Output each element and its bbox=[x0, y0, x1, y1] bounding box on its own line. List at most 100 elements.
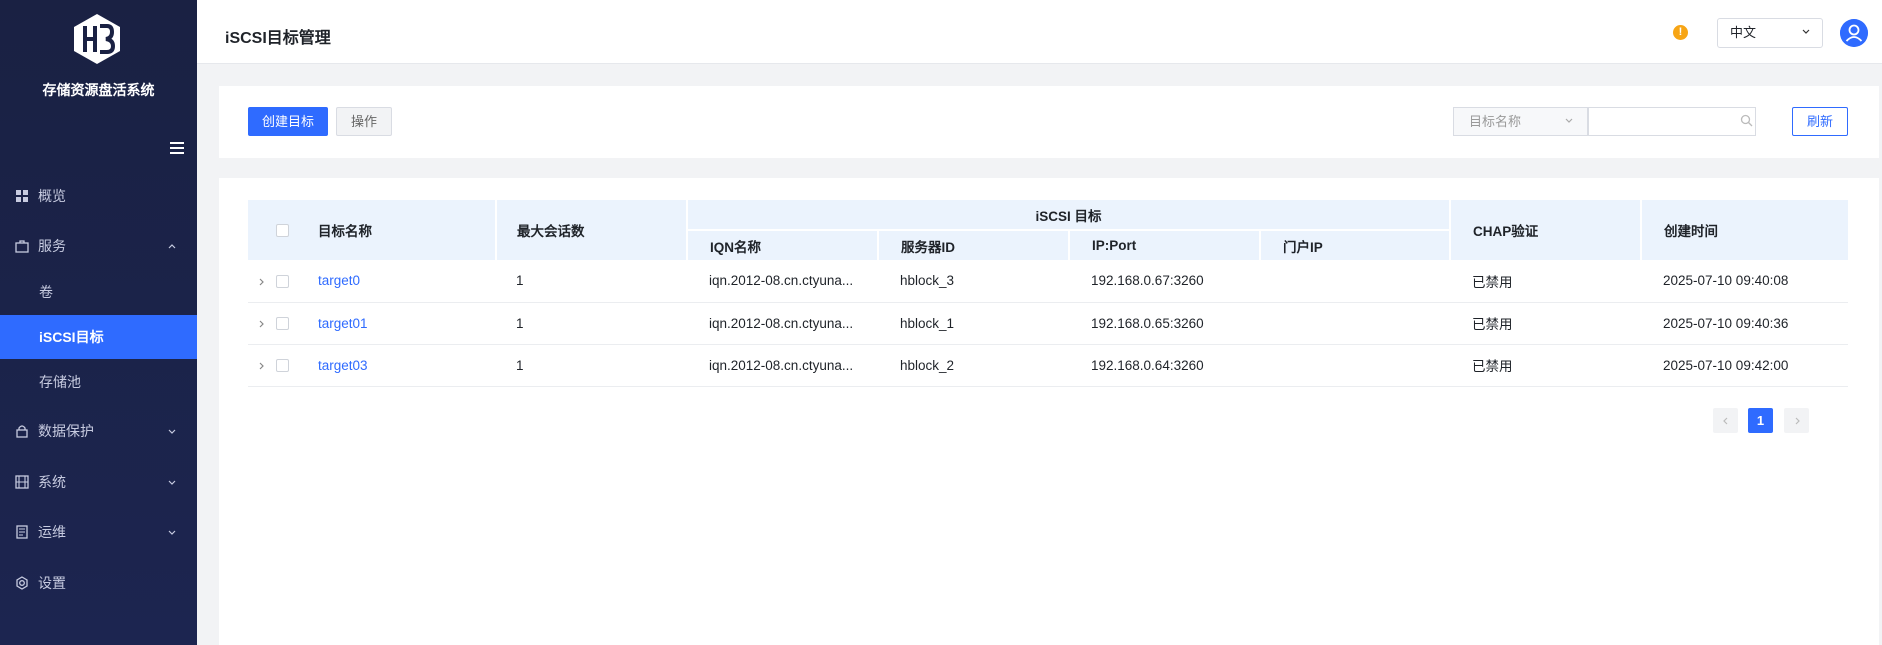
max-sessions-cell: 1 bbox=[496, 260, 687, 303]
chevron-right-icon[interactable] bbox=[258, 320, 266, 328]
iqn-cell: iqn.2012-08.cn.ctyuna... bbox=[687, 344, 878, 387]
filter-field-select[interactable]: 目标名称 bbox=[1453, 107, 1588, 136]
row-checkbox[interactable] bbox=[276, 317, 289, 331]
col-header-portal-ip: 门户IP bbox=[1260, 230, 1451, 260]
ip-port-cell: 192.168.0.67:3260 bbox=[1069, 260, 1260, 303]
sidebar-item-label: 运维 bbox=[38, 524, 66, 540]
select-all-checkbox[interactable] bbox=[276, 224, 289, 238]
col-header-name: 目标名称 bbox=[304, 200, 497, 260]
chevron-right-icon[interactable] bbox=[258, 278, 266, 286]
iscsi-targets-table: 目标名称 最大会话数 iSCSI 目标 CHAP验证 创建时间 IQN名称 服务… bbox=[248, 200, 1848, 387]
iqn-cell: iqn.2012-08.cn.ctyuna... bbox=[687, 302, 878, 345]
grid-icon bbox=[16, 190, 28, 202]
user-avatar-icon[interactable] bbox=[1840, 19, 1868, 47]
gear-icon bbox=[16, 576, 28, 590]
max-sessions-cell: 1 bbox=[496, 302, 687, 345]
chevron-down-icon bbox=[168, 480, 176, 485]
sidebar-item-operations[interactable]: 运维 bbox=[0, 510, 197, 554]
portal-ip-cell bbox=[1260, 344, 1450, 387]
max-sessions-cell: 1 bbox=[496, 344, 687, 387]
col-header-server-id: 服务器ID bbox=[878, 230, 1070, 260]
sidebar-item-system[interactable]: 系统 bbox=[0, 460, 197, 504]
created-cell: 2025-07-10 09:40:08 bbox=[1641, 260, 1848, 303]
briefcase-icon bbox=[15, 240, 29, 253]
filter-field-value: 目标名称 bbox=[1469, 114, 1522, 129]
search-icon bbox=[1740, 114, 1753, 127]
sidebar-item-label: 卷 bbox=[39, 284, 53, 300]
table-card: 目标名称 最大会话数 iSCSI 目标 CHAP验证 创建时间 IQN名称 服务… bbox=[219, 178, 1879, 645]
ip-port-cell: 192.168.0.65:3260 bbox=[1069, 302, 1260, 345]
col-header-ip-port: IP:Port bbox=[1069, 230, 1261, 260]
col-group-iscsi-target: iSCSI 目标 bbox=[687, 200, 1451, 231]
chevron-down-icon bbox=[168, 530, 176, 535]
sidebar-item-label: 设置 bbox=[38, 575, 66, 591]
pagination-prev-button[interactable] bbox=[1713, 408, 1738, 433]
target-name-link[interactable]: target03 bbox=[318, 358, 368, 373]
pagination-next-button[interactable] bbox=[1784, 408, 1809, 433]
pagination-page-1[interactable]: 1 bbox=[1748, 408, 1773, 433]
chevron-down-icon bbox=[1565, 118, 1573, 123]
lock-icon bbox=[16, 425, 28, 438]
menu-collapse-icon[interactable] bbox=[170, 142, 184, 154]
app-title: 存储资源盘活系统 bbox=[42, 82, 155, 98]
server-id-cell: hblock_1 bbox=[878, 302, 1069, 345]
sidebar-item-label: 概览 bbox=[38, 188, 66, 204]
film-icon bbox=[15, 475, 29, 489]
server-id-cell: hblock_2 bbox=[878, 344, 1069, 387]
sidebar-item-label: iSCSI目标 bbox=[39, 329, 104, 345]
created-cell: 2025-07-10 09:40:36 bbox=[1641, 302, 1848, 345]
warning-icon[interactable]: ! bbox=[1673, 25, 1688, 40]
sidebar: 存储资源盘活系统 概览 服务 卷 iSCSI目标 存储池 数据保护 系统 运维 … bbox=[0, 0, 197, 645]
sidebar-item-services[interactable]: 服务 bbox=[0, 224, 197, 268]
table-row: target03 1 iqn.2012-08.cn.ctyuna... hblo… bbox=[248, 344, 1848, 387]
sidebar-item-label: 存储池 bbox=[39, 374, 81, 390]
hb-logo-icon bbox=[74, 14, 120, 64]
sidebar-item-label: 系统 bbox=[38, 474, 66, 490]
chevron-right-icon bbox=[1795, 417, 1800, 425]
chap-cell: 已禁用 bbox=[1450, 302, 1641, 345]
row-checkbox[interactable] bbox=[276, 359, 289, 373]
chevron-left-icon bbox=[1722, 417, 1727, 425]
document-icon bbox=[16, 525, 28, 539]
sidebar-item-label: 数据保护 bbox=[38, 423, 94, 439]
row-checkbox[interactable] bbox=[276, 275, 289, 289]
col-header-created: 创建时间 bbox=[1641, 200, 1848, 260]
create-target-button[interactable]: 创建目标 bbox=[248, 107, 328, 136]
col-header-chap: CHAP验证 bbox=[1450, 200, 1642, 260]
chevron-down-icon bbox=[168, 429, 176, 434]
created-cell: 2025-07-10 09:42:00 bbox=[1641, 344, 1848, 387]
portal-ip-cell bbox=[1260, 302, 1450, 345]
sidebar-item-storage-pools[interactable]: 存储池 bbox=[0, 360, 197, 404]
table-row: target01 1 iqn.2012-08.cn.ctyuna... hblo… bbox=[248, 302, 1848, 345]
sidebar-item-label: 服务 bbox=[38, 238, 66, 254]
language-select[interactable]: 中文 bbox=[1717, 18, 1823, 48]
select-all-header bbox=[276, 200, 304, 260]
col-header-max-sessions: 最大会话数 bbox=[496, 200, 688, 260]
search-input[interactable] bbox=[1588, 107, 1756, 136]
chap-cell: 已禁用 bbox=[1450, 344, 1641, 387]
sidebar-item-settings[interactable]: 设置 bbox=[0, 561, 197, 605]
expand-header bbox=[248, 200, 276, 260]
sidebar-item-iscsi-targets[interactable]: iSCSI目标 bbox=[0, 315, 197, 359]
table-row: target0 1 iqn.2012-08.cn.ctyuna... hbloc… bbox=[248, 260, 1848, 303]
page-title: iSCSI目标管理 bbox=[225, 30, 331, 47]
sidebar-item-overview[interactable]: 概览 bbox=[0, 174, 197, 218]
action-button[interactable]: 操作 bbox=[336, 107, 392, 136]
chevron-right-icon[interactable] bbox=[258, 362, 266, 370]
col-header-iqn: IQN名称 bbox=[687, 230, 879, 260]
refresh-button[interactable]: 刷新 bbox=[1792, 107, 1848, 136]
top-header: iSCSI目标管理 ! 中文 bbox=[197, 0, 1882, 64]
iqn-cell: iqn.2012-08.cn.ctyuna... bbox=[687, 260, 878, 303]
chevron-down-icon bbox=[1802, 29, 1810, 34]
chap-cell: 已禁用 bbox=[1450, 260, 1641, 303]
target-name-link[interactable]: target01 bbox=[318, 316, 368, 331]
chevron-up-icon bbox=[168, 244, 176, 249]
toolbar: 创建目标 操作 目标名称 刷新 bbox=[219, 86, 1879, 158]
portal-ip-cell bbox=[1260, 260, 1450, 303]
server-id-cell: hblock_3 bbox=[878, 260, 1069, 303]
sidebar-item-volumes[interactable]: 卷 bbox=[0, 270, 197, 314]
ip-port-cell: 192.168.0.64:3260 bbox=[1069, 344, 1260, 387]
target-name-link[interactable]: target0 bbox=[318, 273, 360, 288]
language-select-value: 中文 bbox=[1730, 25, 1757, 40]
sidebar-item-data-protection[interactable]: 数据保护 bbox=[0, 409, 197, 453]
